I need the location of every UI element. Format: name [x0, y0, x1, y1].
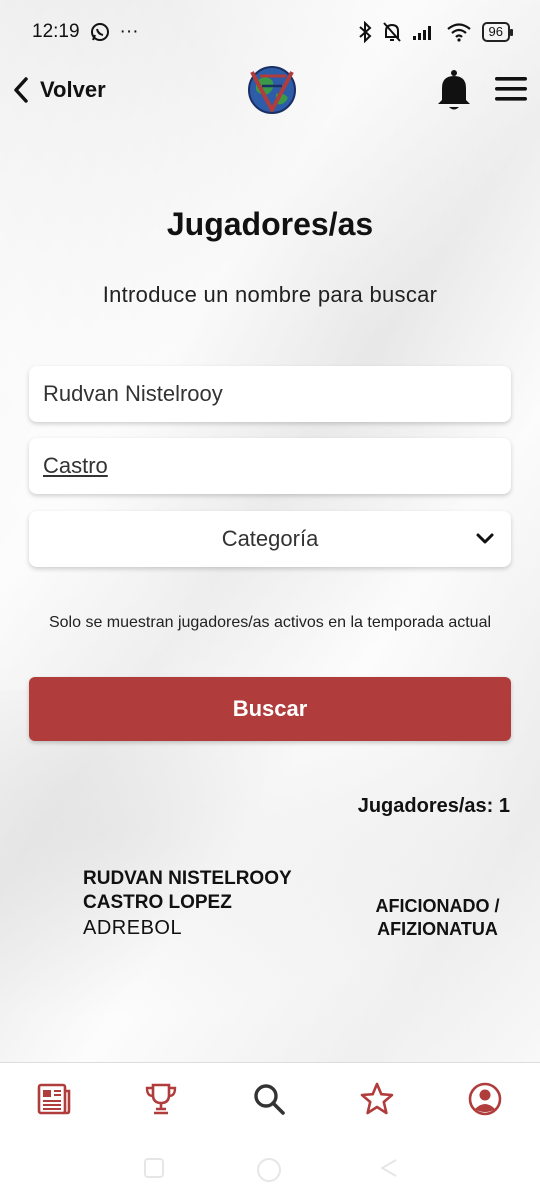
back-triangle-icon[interactable]	[378, 1157, 400, 1179]
whatsapp-icon	[90, 23, 109, 41]
search-icon[interactable]	[251, 1081, 287, 1117]
background	[0, 0, 540, 1200]
star-icon[interactable]	[359, 1081, 395, 1117]
news-icon[interactable]	[36, 1081, 72, 1117]
chevron-left-icon	[14, 77, 28, 103]
more-notifications: ···	[119, 21, 139, 42]
federation-logo	[248, 66, 296, 114]
bluetooth-icon	[358, 21, 371, 43]
system-navigation-bar	[0, 1140, 540, 1200]
player-club: ADREBOL	[83, 917, 183, 939]
recent-apps-icon[interactable]	[143, 1157, 165, 1179]
player-name-line1: RUDVAN NISTELROOY	[83, 868, 292, 889]
page-subtitle: Introduce un nombre para buscar	[102, 282, 438, 307]
name-input[interactable]	[43, 381, 497, 407]
signal-icon	[412, 26, 431, 40]
clock: 12:19	[32, 21, 80, 42]
profile-icon[interactable]	[467, 1081, 503, 1117]
surname-input[interactable]	[43, 453, 497, 479]
bottom-navigation	[0, 1062, 540, 1140]
chevron-down-icon	[476, 533, 494, 544]
home-icon[interactable]	[256, 1157, 282, 1183]
player-result-row[interactable]: RUDVAN NISTELROOY CASTRO LOPEZ ADREBOL A…	[0, 860, 540, 950]
surname-field[interactable]	[29, 438, 511, 494]
trophy-icon[interactable]	[143, 1081, 179, 1117]
mute-icon	[382, 22, 401, 42]
status-bar: 12:19 ··· 96	[0, 0, 540, 64]
name-field[interactable]	[29, 366, 511, 422]
player-category-line1: AFICIONADO /	[375, 896, 500, 916]
hamburger-menu-icon[interactable]	[494, 74, 528, 104]
back-button[interactable]: Volver	[12, 70, 106, 110]
player-category: AFICIONADO / AFIZIONATUA	[350, 895, 525, 941]
battery-indicator: 96	[481, 22, 514, 42]
category-select-label: Categoría	[221, 526, 319, 551]
player-category-line2: AFIZIONATUA	[377, 919, 498, 939]
search-button[interactable]: Buscar	[29, 677, 511, 741]
page-title: Jugadores/as	[166, 206, 374, 242]
bell-icon[interactable]	[434, 68, 474, 112]
active-players-notice: Solo se muestran jugadores/as activos en…	[48, 614, 492, 631]
wifi-icon	[446, 23, 471, 42]
results-count: Jugadores/as: 1	[357, 795, 510, 817]
player-name-line2: CASTRO LOPEZ	[83, 892, 232, 913]
app-header: Volver	[0, 64, 540, 116]
player-name: RUDVAN NISTELROOY CASTRO LOPEZ	[83, 867, 323, 915]
category-select[interactable]: Categoría	[29, 511, 511, 567]
back-label: Volver	[40, 77, 106, 102]
